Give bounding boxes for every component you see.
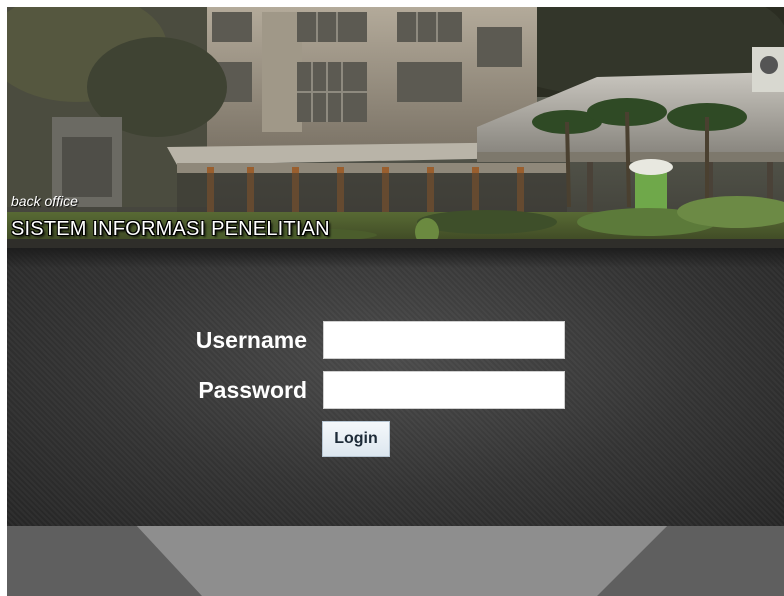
username-label: Username xyxy=(195,327,307,353)
login-button[interactable]: Login xyxy=(322,421,390,457)
panel-shadow-strip xyxy=(7,248,784,268)
header-title: SISTEM INFORMASI PENELITIAN xyxy=(11,218,330,240)
header-subtitle: back office xyxy=(11,193,78,209)
page-margin-left xyxy=(0,0,7,596)
password-row: Password xyxy=(7,371,784,409)
footer-decoration xyxy=(7,526,784,596)
password-label: Password xyxy=(198,377,307,403)
login-panel: Username Password Login xyxy=(7,248,784,526)
username-row: Username xyxy=(7,321,784,359)
footer-band xyxy=(7,526,784,596)
password-input[interactable] xyxy=(323,371,565,409)
username-input[interactable] xyxy=(323,321,565,359)
page-margin-top xyxy=(0,0,784,7)
login-page: back office SISTEM INFORMASI PENELITIAN … xyxy=(0,0,784,596)
header-banner: back office SISTEM INFORMASI PENELITIAN xyxy=(7,7,784,248)
campus-building-photo xyxy=(7,7,784,248)
